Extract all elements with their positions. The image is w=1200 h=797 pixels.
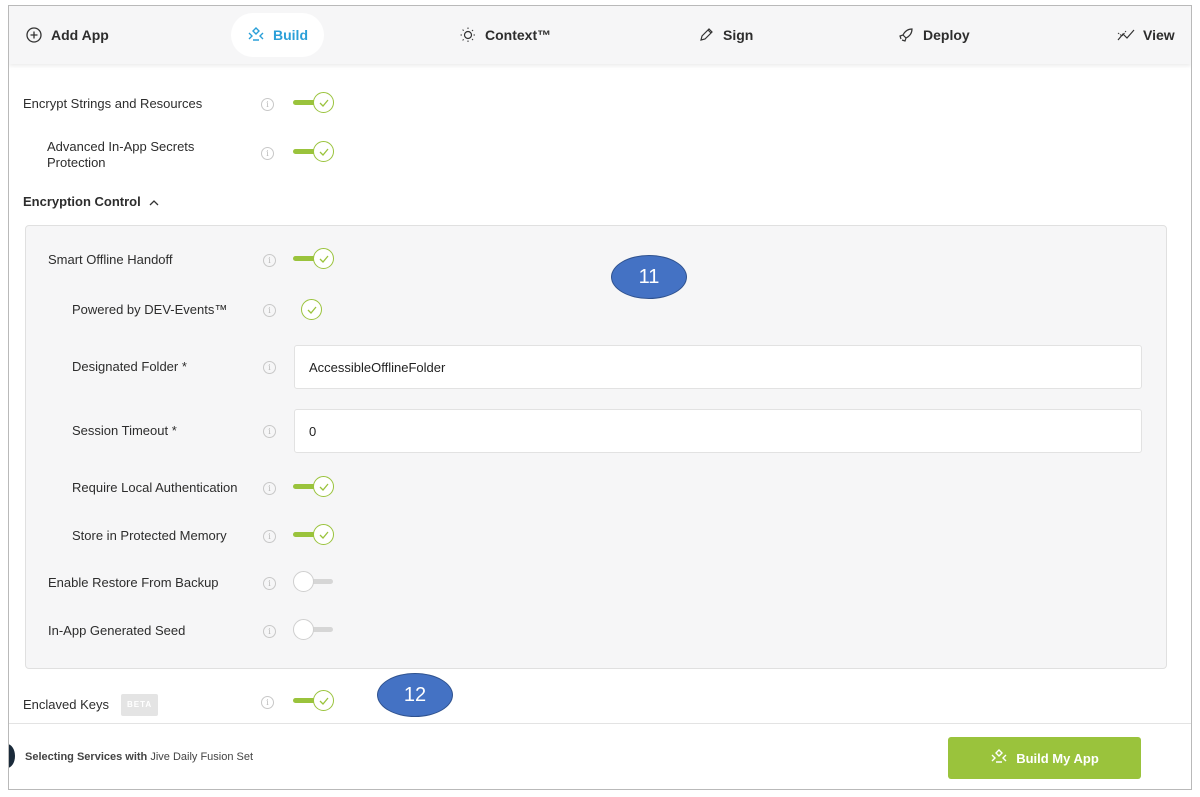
smart-offline-label: Smart Offline Handoff <box>48 252 173 267</box>
store-protected-label: Store in Protected Memory <box>72 528 227 543</box>
enclaved-keys-toggle[interactable] <box>293 690 337 712</box>
encrypt-strings-toggle[interactable] <box>293 92 337 114</box>
info-icon[interactable]: i <box>263 577 276 590</box>
require-local-auth-label: Require Local Authentication <box>72 480 238 495</box>
nav-deploy[interactable]: Deploy <box>897 6 970 64</box>
check-icon <box>313 524 334 545</box>
designated-folder-label: Designated Folder * <box>72 359 187 374</box>
build-icon <box>247 26 265 44</box>
check-icon <box>313 141 334 162</box>
restore-backup-label: Enable Restore From Backup <box>48 575 219 590</box>
info-icon[interactable]: i <box>263 530 276 543</box>
enclaved-keys-row: Enclaved Keys BETA <box>23 694 159 716</box>
nav-add-app[interactable]: Add App <box>25 6 109 64</box>
info-icon[interactable]: i <box>261 98 274 111</box>
session-timeout-label: Session Timeout * <box>72 423 177 438</box>
nav-build[interactable]: Build <box>231 13 324 57</box>
encrypt-strings-label: Encrypt Strings and Resources <box>23 96 203 111</box>
nav-label: Deploy <box>923 27 970 43</box>
check-icon <box>313 476 334 497</box>
pen-icon <box>697 26 715 44</box>
restore-backup-toggle[interactable] <box>293 571 337 593</box>
check-icon <box>313 92 334 113</box>
section-title: Encryption Control <box>23 194 141 209</box>
require-local-auth-toggle[interactable] <box>293 476 337 498</box>
nav-label: Context™ <box>485 27 552 43</box>
footer-bar: Selecting Services with Jive Daily Fusio… <box>9 723 1191 789</box>
chevron-up-icon <box>149 194 159 209</box>
check-icon <box>313 690 334 711</box>
powered-by-check[interactable] <box>301 299 322 320</box>
settings-content: Encrypt Strings and Resources i Advanced… <box>9 64 1191 723</box>
check-icon <box>307 306 316 314</box>
designated-folder-input[interactable]: AccessibleOfflineFolder <box>294 345 1142 389</box>
nav-label: View <box>1143 27 1175 43</box>
callout-12: 12 <box>377 673 453 717</box>
check-icon <box>313 248 334 269</box>
generated-seed-toggle[interactable] <box>293 619 337 641</box>
encryption-control-panel: Smart Offline Handoff i Powered by DEV-E… <box>25 225 1167 669</box>
nav-context[interactable]: Context™ <box>459 6 551 64</box>
encryption-control-header[interactable]: Encryption Control <box>23 194 159 209</box>
info-icon[interactable]: i <box>263 482 276 495</box>
info-icon[interactable]: i <box>261 696 274 709</box>
app-window: Add App Build Context™ Sign Deploy View … <box>8 5 1192 790</box>
build-icon <box>990 748 1008 768</box>
callout-11: 11 <box>611 255 687 299</box>
top-navigation: Add App Build Context™ Sign Deploy View <box>9 6 1191 64</box>
store-protected-toggle[interactable] <box>293 524 337 546</box>
info-icon[interactable]: i <box>263 254 276 267</box>
advanced-secrets-toggle[interactable] <box>293 141 337 163</box>
footer-prefix: Selecting Services with <box>25 751 148 763</box>
rocket-icon <box>897 26 915 44</box>
info-icon[interactable]: i <box>263 625 276 638</box>
plus-circle-icon <box>25 26 43 44</box>
smart-offline-toggle[interactable] <box>293 248 337 270</box>
beta-badge: BETA <box>121 694 159 716</box>
info-icon[interactable]: i <box>263 361 276 374</box>
advanced-secrets-label: Advanced In-App Secrets Protection <box>47 139 195 170</box>
nav-label: Add App <box>51 27 109 43</box>
lightbulb-icon <box>459 26 477 44</box>
nav-label: Build <box>273 27 308 43</box>
info-icon[interactable]: i <box>261 147 274 160</box>
nav-label: Sign <box>723 27 754 43</box>
nav-view[interactable]: View <box>1117 6 1175 64</box>
info-icon[interactable]: i <box>263 425 276 438</box>
powered-by-label: Powered by DEV-Events™ <box>72 302 228 317</box>
session-timeout-input[interactable]: 0 <box>294 409 1142 453</box>
chart-icon <box>1117 26 1135 44</box>
build-my-app-button[interactable]: Build My App <box>948 737 1141 779</box>
enclaved-keys-label: Enclaved Keys <box>23 697 109 712</box>
footer-set-name: Jive Daily Fusion Set <box>147 751 254 763</box>
generated-seed-label: In-App Generated Seed <box>48 623 186 638</box>
footer-status: Selecting Services with Jive Daily Fusio… <box>25 751 253 763</box>
avatar <box>9 744 15 768</box>
info-icon[interactable]: i <box>263 304 276 317</box>
nav-sign[interactable]: Sign <box>697 6 753 64</box>
build-button-label: Build My App <box>1016 750 1099 766</box>
